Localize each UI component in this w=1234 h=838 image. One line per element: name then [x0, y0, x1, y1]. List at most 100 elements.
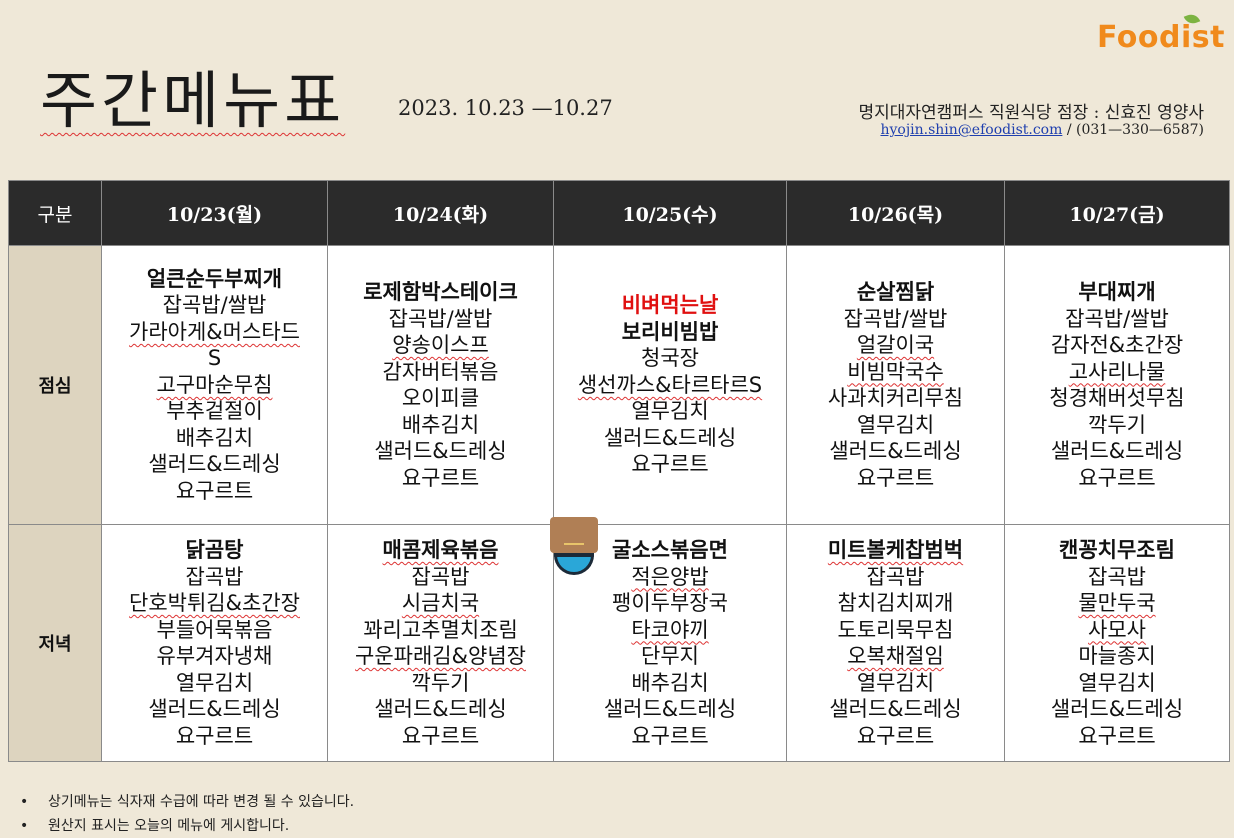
menu-cell-lunch-tue: 로제함박스테이크 잡곡밥/쌀밥 양송이스프 감자버터볶음 오이피클 배추김치 샐… [327, 245, 554, 525]
foodist-logo: Foodist [1097, 11, 1225, 55]
dinner-label: 저녁 [8, 524, 102, 762]
menu-item: 샐러드&드레싱 [829, 439, 962, 463]
menu-item: 열무김치 [856, 670, 935, 695]
dinner-row: 저녁 닭곰탕 잡곡밥 단호박튀김&초간장 부들어묵볶음 유부겨자냉채 열무김치 … [8, 524, 1230, 762]
day-header-tue: 10/24(화) [327, 180, 554, 246]
menu-item: 적은양밥 [631, 564, 709, 589]
lunch-label: 점심 [8, 245, 102, 525]
menu-item: 열무김치 [631, 399, 709, 424]
special-day-label: 비벼먹는날 [621, 293, 719, 318]
footnotes: • 상기메뉴는 식자재 수급에 따라 변경 될 수 있습니다. • 원산지 표시는 … [20, 790, 354, 838]
menu-item: 배추김치 [175, 425, 254, 450]
menu-item: 샐러드&드레싱 [1050, 439, 1184, 463]
menu-item: 단무지 [641, 644, 699, 668]
menu-item: 샐러드&드레싱 [374, 439, 507, 463]
menu-item: 유부겨자냉채 [156, 644, 273, 668]
menu-item: 물만두국 [1078, 591, 1156, 615]
menu-item-main: 로제함박스테이크 [363, 280, 518, 304]
menu-item-main: 부대찌개 [1078, 280, 1156, 304]
menu-item: 시금치국 [401, 591, 480, 615]
menu-item: 요구르트 [856, 465, 935, 490]
footnote-item: • 원산지 표시는 오늘의 메뉴에 게시합니다. [20, 814, 354, 838]
menu-item: 샐러드&드레싱 [148, 697, 281, 721]
logo-text: Foodist [1097, 20, 1225, 55]
menu-item: 요구르트 [401, 465, 480, 490]
menu-item: 부추겉절이 [166, 399, 263, 424]
menu-item: 감자전&초간장 [1050, 333, 1184, 357]
menu-item: 참치김치찌개 [837, 591, 954, 615]
menu-cell-lunch-thu: 순살찜닭 잡곡밥/쌀밥 얼갈이국 비빔막국수 사과치커리무침 열무김치 샐러드&… [786, 245, 1005, 525]
menu-item: 양송이스프 [392, 333, 489, 357]
menu-item: 요구르트 [631, 452, 709, 477]
menu-item: 열무김치 [856, 412, 935, 437]
menu-item: 단호박튀김&초간장 [129, 591, 300, 615]
weekly-menu-table: 구분 10/23(월) 10/24(화) 10/25(수) 10/26(목) 1… [8, 180, 1230, 762]
menu-item: 샐러드&드레싱 [603, 425, 737, 450]
menu-item: 얼갈이국 [856, 333, 935, 357]
contact-line: hyojin.shin@efoodist.com / (031—330—6587… [880, 122, 1204, 138]
menu-item-main: 미트볼케찹범벅 [827, 538, 964, 562]
menu-item: 사모사 [1088, 617, 1146, 642]
day-header-mon: 10/23(월) [101, 180, 328, 246]
menu-item: 잡곡밥 [866, 564, 925, 589]
menu-item-main: 캔꽁치무조림 [1059, 538, 1175, 562]
menu-item: 샐러드&드레싱 [829, 697, 962, 721]
menu-item: 열무김치 [175, 670, 254, 695]
menu-cell-lunch-wed: 비벼먹는날 보리비빔밥 청국장 생선까스&타르타르S 열무김치 샐러드&드레싱 … [553, 245, 787, 525]
menu-item: 감자버터볶음 [382, 359, 499, 384]
bullet-icon: • [20, 794, 29, 810]
phone-number: / (031—330—6587) [1066, 122, 1204, 138]
noodle-bowl-icon [550, 517, 598, 579]
menu-item: 잡곡밥 [1088, 564, 1146, 589]
footnote-text: 상기메뉴는 식자재 수급에 따라 변경 될 수 있습니다. [48, 794, 355, 810]
menu-item: 잡곡밥/쌀밥 [1065, 306, 1169, 331]
menu-item: 사과치커리무침 [827, 386, 964, 410]
corner-header: 구분 [8, 180, 102, 246]
menu-cell-lunch-fri: 부대찌개 잡곡밥/쌀밥 감자전&초간장 고사리나물 청경채버섯무침 깍두기 샐러… [1004, 245, 1230, 525]
menu-item: 잡곡밥 [185, 564, 244, 589]
menu-item: 요구르트 [175, 723, 254, 748]
table-header-row: 구분 10/23(월) 10/24(화) 10/25(수) 10/26(목) 1… [8, 180, 1230, 246]
menu-item: 요구르트 [175, 478, 254, 503]
menu-cell-dinner-thu: 미트볼케찹범벅 잡곡밥 참치김치찌개 도토리묵무침 오복채절임 열무김치 샐러드… [786, 524, 1005, 762]
email-link[interactable]: hyojin.shin@efoodist.com [880, 122, 1062, 138]
menu-item: S [207, 346, 222, 371]
menu-cell-dinner-tue: 매콤제육볶음 잡곡밥 시금치국 꽈리고추멸치조림 구운파래김&양념장 깍두기 샐… [327, 524, 554, 762]
menu-item: 잡곡밥/쌀밥 [388, 306, 493, 331]
menu-item: 팽이두부장국 [612, 591, 728, 615]
menu-item: 샐러드&드레싱 [374, 697, 507, 721]
page-title: 주간메뉴표 [40, 64, 346, 137]
menu-item-main: 보리비빔밥 [621, 319, 719, 344]
menu-item: 마늘종지 [1078, 644, 1156, 668]
menu-item: 요구르트 [401, 723, 480, 748]
menu-item: 비빔막국수 [847, 359, 944, 384]
menu-item: 요구르트 [1078, 465, 1156, 490]
menu-item: 요구르트 [631, 723, 709, 748]
date-range: 2023. 10.23 —10.27 [398, 96, 613, 120]
day-header-wed: 10/25(수) [553, 180, 787, 246]
footnote-text: 원산지 표시는 오늘의 메뉴에 게시합니다. [48, 818, 290, 834]
menu-item: 배추김치 [631, 670, 709, 695]
day-header-fri: 10/27(금) [1004, 180, 1230, 246]
menu-item: 열무김치 [1078, 670, 1156, 695]
menu-item: 샐러드&드레싱 [603, 697, 737, 721]
menu-item: 오이피클 [401, 386, 480, 410]
menu-item: 고사리나물 [1068, 359, 1166, 384]
menu-item: 샐러드&드레싱 [148, 452, 281, 477]
cafeteria-info: 명지대자연캠퍼스 직원식당 점장 : 신효진 영양사 [858, 103, 1204, 123]
menu-item: 깍두기 [411, 670, 470, 695]
menu-item: 고구마순무침 [156, 372, 273, 397]
menu-item: 오복채절임 [847, 644, 944, 668]
menu-item-main: 얼큰순두부찌개 [146, 266, 283, 291]
menu-item: 도토리묵무침 [837, 617, 954, 642]
menu-item: 배추김치 [401, 412, 480, 437]
menu-item: 타코야끼 [631, 617, 709, 642]
menu-item: 꽈리고추멸치조림 [363, 617, 518, 642]
menu-cell-dinner-fri: 캔꽁치무조림 잡곡밥 물만두국 사모사 마늘종지 열무김치 샐러드&드레싱 요구… [1004, 524, 1230, 762]
menu-item-main: 순살찜닭 [856, 280, 935, 304]
menu-item: 생선까스&타르타르S [577, 372, 763, 397]
menu-item-main: 닭곰탕 [185, 538, 244, 562]
menu-item: 잡곡밥/쌀밥 [162, 293, 267, 318]
menu-item: 샐러드&드레싱 [1050, 697, 1184, 721]
menu-cell-dinner-mon: 닭곰탕 잡곡밥 단호박튀김&초간장 부들어묵볶음 유부겨자냉채 열무김치 샐러드… [101, 524, 328, 762]
